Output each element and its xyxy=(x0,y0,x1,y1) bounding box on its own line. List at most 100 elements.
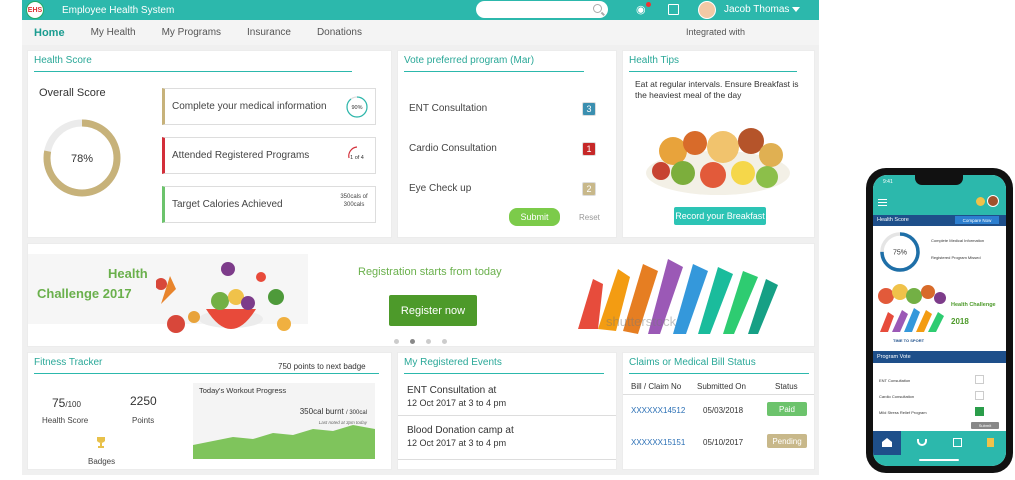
claims-status-card: Claims or Medical Bill Status Bill / Cla… xyxy=(622,352,815,470)
nav-home[interactable]: Home xyxy=(22,27,78,39)
health-challenge-banner: Health Challenge 2017 Registration start… xyxy=(27,243,815,347)
title-underline xyxy=(34,71,352,72)
vote-option-ent[interactable]: ENT Consultation xyxy=(409,103,487,114)
carousel-dot[interactable] xyxy=(426,339,431,344)
event-item-ent[interactable]: ENT Consultation at 12 Oct 2017 at 3 to … xyxy=(407,385,506,409)
record-breakfast-button[interactable]: Record your Breakfast xyxy=(674,207,766,225)
score-item-registered-programs[interactable]: Attended Registered Programs 1 of 4 xyxy=(162,137,376,174)
points-value: 2250 xyxy=(130,394,157,408)
event-name: Blood Donation camp at xyxy=(407,425,514,436)
overall-score-value: 78% xyxy=(71,153,93,165)
phone-avatar[interactable] xyxy=(987,195,999,207)
workout-progress-panel: Today's Workout Progress 350cal burnt / … xyxy=(193,383,375,459)
score-item-medical-info[interactable]: Complete your medical information 90% xyxy=(162,88,376,125)
phone-vote-option[interactable]: Cardio Consultation xyxy=(879,394,914,399)
carousel-dot[interactable] xyxy=(410,339,415,344)
score-item-label: Attended Registered Programs xyxy=(172,150,310,161)
main-nav: Home My Health My Programs Insurance Don… xyxy=(22,20,819,45)
bill-number-link[interactable]: XXXXXX15151 xyxy=(631,438,685,447)
phone-sport-text: TIME TO SPORT xyxy=(893,338,925,343)
phone-banner-illustration xyxy=(878,284,946,332)
workout-area-chart xyxy=(193,425,375,459)
phone-score-value: 75% xyxy=(893,250,907,257)
user-name[interactable]: Jacob Thomas xyxy=(724,4,789,15)
compare-now-button[interactable]: Compare Now xyxy=(955,216,999,224)
calories-target: / 300cal xyxy=(345,410,367,416)
breakfast-image xyxy=(646,128,790,195)
status-badge-paid[interactable]: Paid xyxy=(767,402,807,416)
score-item-indicator: 350cals of 300cals xyxy=(340,194,368,208)
bell-icon[interactable]: ◉ xyxy=(636,3,646,16)
vote-count-ent[interactable]: 3 xyxy=(582,102,596,116)
phone-score-item: Registered Program Missed xyxy=(931,255,981,260)
progress-ring-icon: 1 of 4 xyxy=(348,146,364,161)
carousel-dot[interactable] xyxy=(442,339,447,344)
phone-vote-checkbox-checked[interactable] xyxy=(975,407,984,416)
user-avatar[interactable] xyxy=(698,1,716,19)
search-input[interactable] xyxy=(476,1,608,18)
carousel-dots[interactable] xyxy=(394,339,458,345)
menu-icon[interactable] xyxy=(878,199,887,206)
fitness-tracker-card: Fitness Tracker 750 points to next badge… xyxy=(27,352,392,470)
column-header-status: Status xyxy=(775,382,798,391)
registration-text: Registration starts from today xyxy=(358,266,502,278)
calories-value: 350cal burnt xyxy=(299,407,344,416)
phone-challenge-label: Health Challenge xyxy=(951,302,996,308)
event-name: ENT Consultation at xyxy=(407,385,497,396)
app-logo[interactable]: EHS xyxy=(26,1,44,19)
column-header-submitted: Submitted On xyxy=(697,382,746,391)
bill-date: 05/10/2017 xyxy=(703,438,744,447)
submit-button[interactable]: Submit xyxy=(509,208,560,226)
phone-submit-button[interactable]: Submit xyxy=(971,422,999,429)
card-title: Vote preferred program (Mar) xyxy=(404,55,535,66)
challenge-title-line1: Health xyxy=(108,266,148,281)
card-title: Health Score xyxy=(34,55,92,66)
health-tips-card: Health Tips Eat at regular intervals. En… xyxy=(622,50,815,238)
nav-donations[interactable]: Donations xyxy=(304,27,375,38)
bell-icon[interactable] xyxy=(976,197,985,206)
phone-vote-checkbox[interactable] xyxy=(975,391,984,400)
phone-vote-option[interactable]: ENT Consultation xyxy=(879,378,910,383)
fitness-score-value: 75/100 xyxy=(52,396,81,410)
bill-number-link[interactable]: XXXXXX14512 xyxy=(631,406,685,415)
points-label: Points xyxy=(132,416,155,425)
vote-option-cardio[interactable]: Cardio Consultation xyxy=(409,143,497,154)
phone-vote-option[interactable]: Mild Stress Relief Program xyxy=(879,410,927,415)
fitness-score-label: Health Score xyxy=(42,416,89,425)
phone-notch xyxy=(915,175,963,185)
top-bar: EHS Employee Health System ◉ Jacob Thoma… xyxy=(22,0,819,20)
vote-count-eye[interactable]: 2 xyxy=(582,182,596,196)
title-underline xyxy=(404,373,604,374)
nav-my-health[interactable]: My Health xyxy=(78,27,149,38)
vote-option-eye[interactable]: Eye Check up xyxy=(409,183,471,194)
reset-button[interactable]: Reset xyxy=(579,213,600,222)
workout-title: Today's Workout Progress xyxy=(199,386,287,395)
status-badge-pending[interactable]: Pending xyxy=(767,434,807,448)
nav-my-programs[interactable]: My Programs xyxy=(149,27,234,38)
register-now-button[interactable]: Register now xyxy=(389,295,477,326)
trophy-icon xyxy=(94,435,108,449)
phone-screen: 9:41 Health Score Compare Now 75% Comple… xyxy=(873,175,1006,466)
badges-label[interactable]: Badges xyxy=(88,457,115,466)
calendar-icon[interactable] xyxy=(953,438,962,447)
event-item-blood-donation[interactable]: Blood Donation camp at 12 Oct 2017 at 3 … xyxy=(407,425,514,449)
phone-vote-title: Program Vote xyxy=(877,354,911,360)
vote-count-cardio[interactable]: 1 xyxy=(582,142,596,156)
search-icon[interactable] xyxy=(593,4,602,13)
calories-burnt: 350cal burnt / 300cal xyxy=(300,407,367,416)
challenge-title-line2: Challenge 2017 xyxy=(37,286,132,301)
event-time: 12 Oct 2017 at 3 to 4 pm xyxy=(407,398,507,408)
title-underline xyxy=(629,71,797,72)
health-icon[interactable] xyxy=(917,439,927,446)
nav-insurance[interactable]: Insurance xyxy=(234,27,304,38)
chevron-down-icon[interactable] xyxy=(792,7,800,12)
notification-dot xyxy=(646,2,651,7)
score-item-indicator: 1 of 4 xyxy=(350,155,364,161)
carousel-dot[interactable] xyxy=(394,339,399,344)
phone-vote-checkbox[interactable] xyxy=(975,375,984,384)
phone-health-score-label: Health Score xyxy=(877,217,909,223)
notification-icon[interactable] xyxy=(987,438,994,447)
score-item-target-calories[interactable]: Target Calories Achieved 350cals of 300c… xyxy=(162,186,376,223)
divider xyxy=(398,415,616,416)
calendar-icon[interactable] xyxy=(668,4,679,15)
